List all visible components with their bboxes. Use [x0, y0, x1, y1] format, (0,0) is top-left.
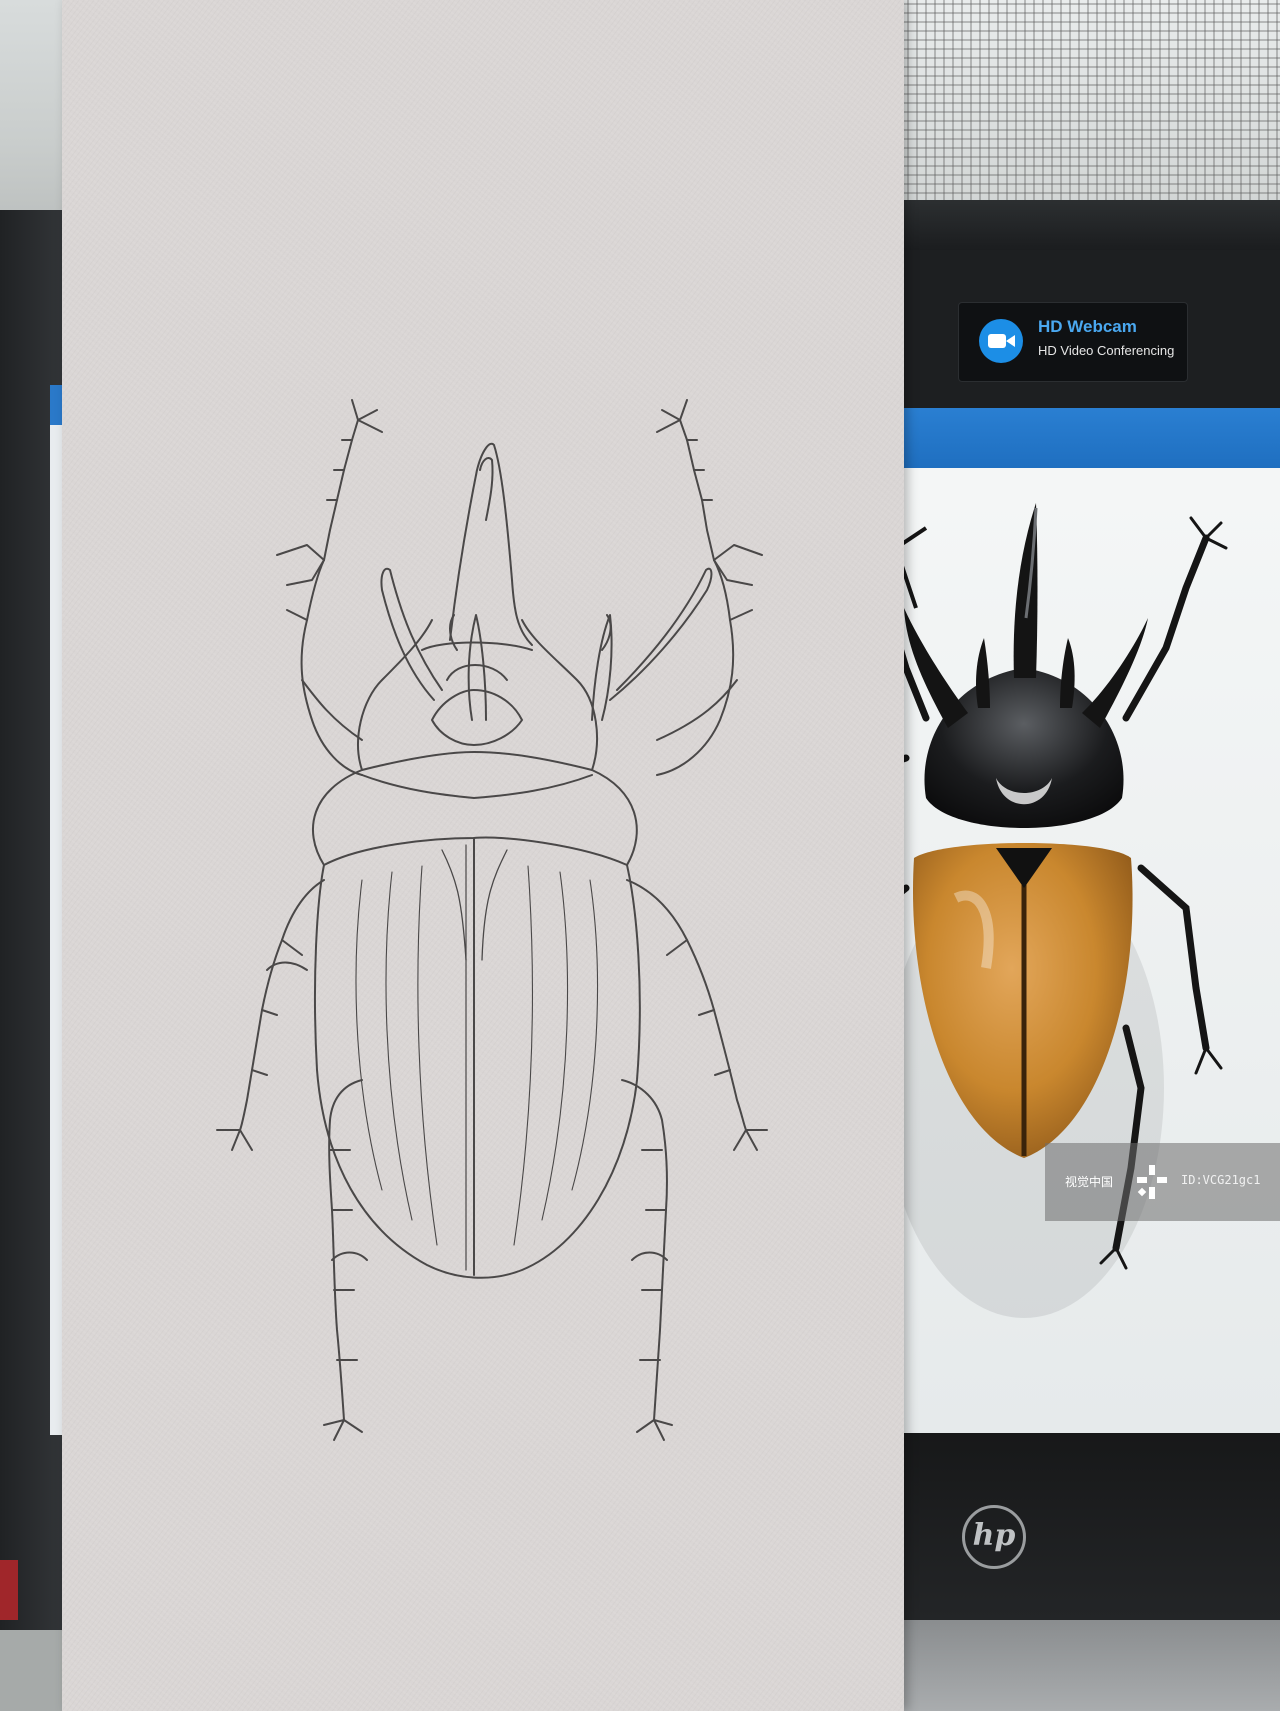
webcam-title: HD Webcam	[1038, 317, 1137, 336]
sketch-paper	[62, 0, 904, 1711]
left-red-object	[0, 1560, 18, 1620]
sketch-hind-right-leg	[621, 1079, 668, 1421]
webcam-subtitle: HD Video Conferencing	[1038, 343, 1175, 358]
sketch-middle-left-leg	[239, 879, 325, 1131]
watermark-brand: 视觉中国	[1065, 1175, 1114, 1189]
window-screen-mesh	[880, 0, 1280, 230]
beetle-pencil-sketch	[216, 399, 768, 1441]
laptop-screen	[886, 408, 1280, 1433]
sketch-hind-left-leg	[328, 1079, 363, 1421]
camera-icon	[979, 319, 1023, 363]
webcam-badge: HD Webcam HD Video Conferencing	[958, 302, 1188, 382]
photo-scene: HD Webcam HD Video Conferencing 视觉中国 ID:…	[0, 0, 1280, 1711]
screen-title-bar	[886, 408, 1280, 468]
reference-beetle-photo	[886, 503, 1228, 1318]
watermark-id: ID:VCG21gc1	[1181, 1173, 1261, 1187]
watermark-logo-icon	[1137, 1165, 1167, 1199]
sketch-elytra	[313, 836, 641, 1279]
sketch-right-horn	[609, 567, 713, 701]
hp-logo-icon: hp	[962, 1505, 1026, 1569]
stock-watermark: 视觉中国 ID:VCG21gc1	[1045, 1143, 1280, 1221]
laptop-lid-top	[880, 200, 1280, 250]
laptop-bottom-bezel	[880, 1433, 1280, 1633]
laptop-base	[880, 1620, 1280, 1711]
sketch-central-horn	[449, 442, 533, 646]
sketch-left-horn	[380, 567, 443, 701]
sketch-front-left-leg	[300, 559, 363, 776]
